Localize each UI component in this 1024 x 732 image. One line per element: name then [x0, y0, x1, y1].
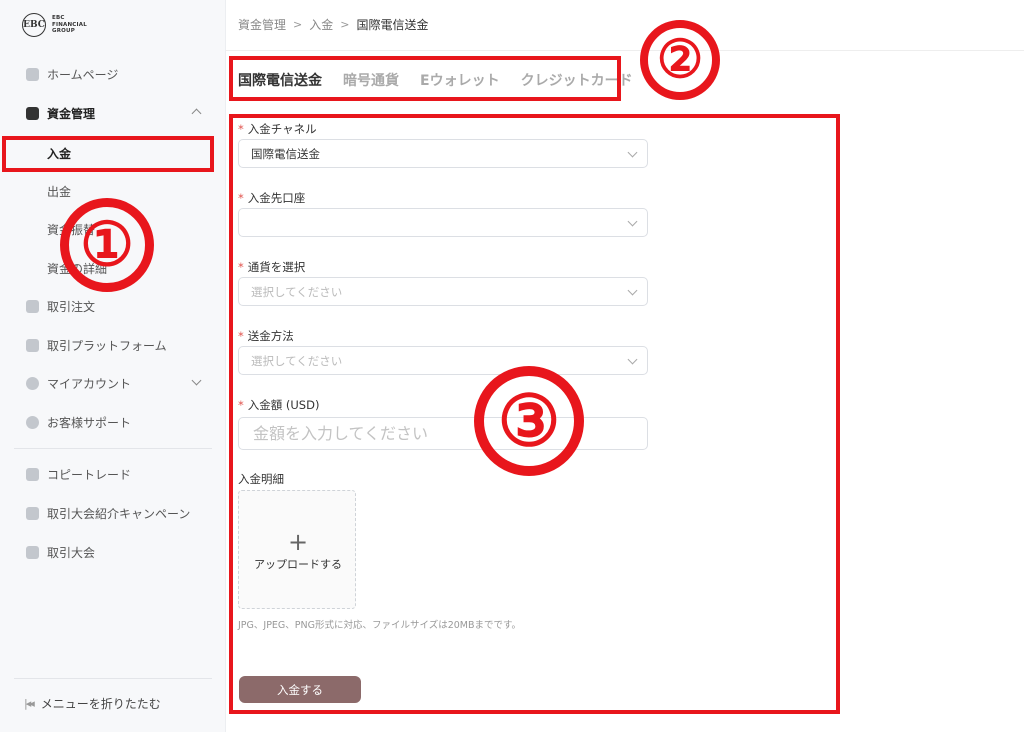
chevron-down-icon: [191, 375, 202, 386]
breadcrumb-deposit[interactable]: 入金: [309, 16, 333, 33]
sidebar-item-copy-trade[interactable]: コピートレード: [0, 455, 226, 493]
sidebar-item-funds[interactable]: 資金管理: [0, 94, 226, 132]
header-divider: [226, 50, 1024, 51]
wallet-icon: [26, 106, 39, 120]
copy-icon: [26, 467, 39, 481]
sidebar: EBC EBC FINANCIAL GROUP ホームページ 資金管理 入金 出…: [0, 0, 226, 732]
breadcrumb-funds[interactable]: 資金管理: [238, 16, 286, 33]
breadcrumb: 資金管理 > 入金 > 国際電信送金: [238, 16, 428, 33]
logo-text: EBC FINANCIAL GROUP: [52, 15, 87, 35]
collapse-menu-button[interactable]: |◂◂ メニューを折りたたむ: [0, 684, 226, 722]
chevron-right-icon: >: [340, 18, 350, 31]
chart-icon: [26, 299, 39, 313]
annotation-box-2: [229, 56, 621, 101]
trophy-icon: [26, 545, 39, 559]
logo-mark: EBC: [22, 13, 46, 37]
cube-icon: [26, 338, 39, 352]
user-icon: [26, 376, 39, 390]
collapse-icon: |◂◂: [24, 696, 35, 710]
chevron-up-icon: [191, 108, 202, 119]
annotation-number-1: ①: [60, 198, 154, 292]
home-icon: [26, 67, 39, 81]
annotation-box-1: [2, 136, 214, 172]
sidebar-divider-bottom: [14, 678, 212, 679]
annotation-number-3: ③: [474, 366, 584, 476]
sidebar-item-platform[interactable]: 取引プラットフォーム: [0, 326, 226, 364]
breadcrumb-current: 国際電信送金: [356, 18, 429, 32]
annotation-number-2: ②: [640, 20, 720, 100]
ebc-logo[interactable]: EBC EBC FINANCIAL GROUP: [22, 13, 87, 37]
sidebar-item-orders[interactable]: 取引注文: [0, 287, 226, 325]
sidebar-item-account[interactable]: マイアカウント: [0, 364, 226, 402]
user-card-icon: [26, 506, 39, 520]
chevron-right-icon: >: [293, 18, 303, 31]
sidebar-divider: [14, 448, 212, 449]
sidebar-item-support[interactable]: お客様サポート: [0, 403, 226, 441]
help-icon: [26, 415, 39, 429]
sidebar-item-referral[interactable]: 取引大会紹介キャンペーン: [0, 494, 226, 532]
sidebar-item-home[interactable]: ホームページ: [0, 55, 226, 93]
sidebar-item-contest[interactable]: 取引大会: [0, 533, 226, 571]
